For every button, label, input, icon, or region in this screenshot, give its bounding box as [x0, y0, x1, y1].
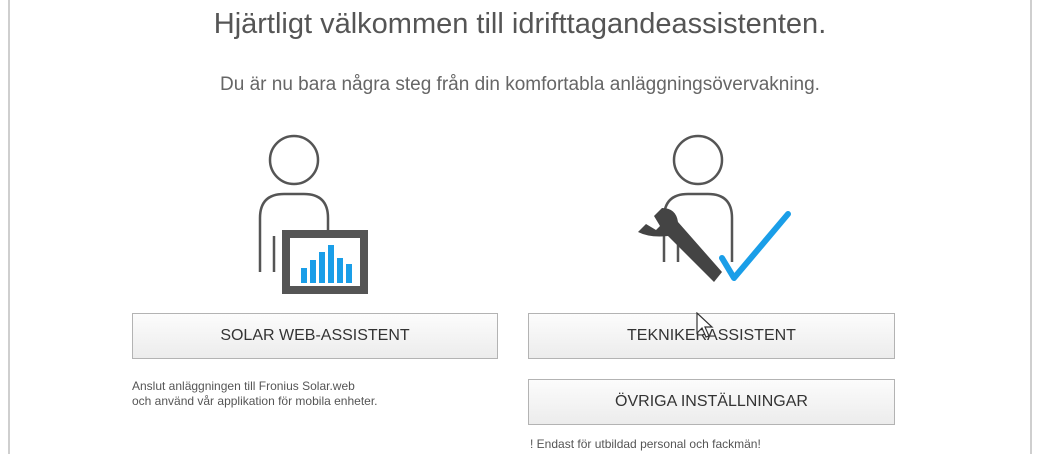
technician-with-wrench-and-checkmark-icon	[638, 134, 791, 282]
solar-web-description: Anslut anläggningen till Fronius Solar.w…	[132, 379, 378, 409]
mouse-cursor-icon	[696, 312, 714, 338]
user-with-monitoring-chart-icon	[258, 134, 368, 294]
solar-web-description-line2: och använd vår applikation för mobila en…	[132, 394, 378, 408]
page-title: Hjärtligt välkommen till idrifttagandeas…	[213, 8, 827, 40]
page-border-right	[1030, 0, 1032, 454]
page-border-left	[8, 0, 10, 454]
other-settings-button[interactable]: ÖVRIGA INSTÄLLNINGAR	[528, 379, 895, 425]
qualified-personnel-note: ! Endast för utbildad personal och fackm…	[530, 437, 761, 451]
wizard-page: Hjärtligt välkommen till idrifttagandeas…	[0, 0, 1040, 454]
page-subtitle: Du är nu bara några steg från din komfor…	[220, 74, 820, 95]
solar-web-assistant-button[interactable]: SOLAR WEB-ASSISTENT	[132, 313, 498, 359]
solar-web-description-line1: Anslut anläggningen till Fronius Solar.w…	[132, 379, 355, 393]
